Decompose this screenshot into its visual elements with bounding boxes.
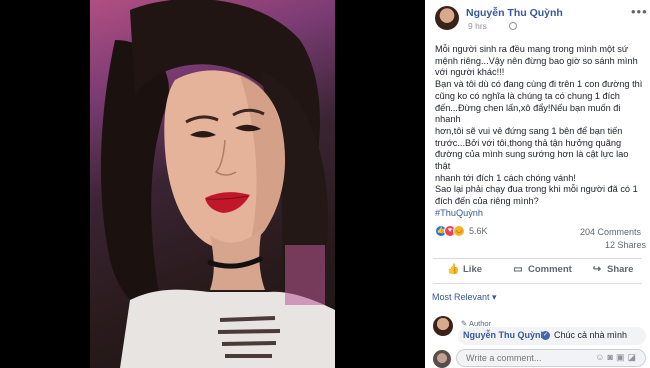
caption-line: với người khác!!! bbox=[435, 67, 505, 78]
photo-area[interactable] bbox=[0, 0, 425, 368]
hashtag-link[interactable]: #ThuQuỳnh bbox=[435, 208, 643, 220]
comment-tools: ☺◙▣◪ bbox=[595, 352, 639, 363]
caption-line: cũng ko có nghĩa là chúng ta có chung 1 … bbox=[435, 90, 620, 101]
write-comment-box[interactable]: ☺◙▣◪ bbox=[456, 349, 646, 367]
comment-label: Comment bbox=[528, 264, 572, 275]
sticker-icon[interactable]: ◪ bbox=[627, 352, 639, 362]
reactions-bar[interactable]: 👍 ♥ ◡ 5.6K 204 Comments bbox=[435, 225, 645, 239]
caption-line: mệnh riêng...Vậy nên đừng bao giờ so sán… bbox=[435, 55, 638, 66]
photo-viewer: Nguyễn Thu Quỳnh 9 hrs ••• Mỗi người sin… bbox=[0, 0, 650, 368]
chevron-down-icon: ▾ bbox=[492, 292, 497, 302]
shares-count[interactable]: 12 Shares bbox=[605, 240, 646, 250]
commenter-avatar[interactable] bbox=[433, 316, 453, 336]
gif-icon[interactable]: ▣ bbox=[616, 352, 628, 362]
globe-icon bbox=[509, 22, 517, 30]
commenter-name[interactable]: Nguyễn Thu Quỳnh bbox=[463, 330, 546, 340]
caption-line: trước...Bởi với tôi,thong thả tận hưởng … bbox=[435, 137, 622, 148]
thumbs-up-icon: 👍 bbox=[447, 264, 460, 275]
caption-line: nhanh tới đích 1 cách chóng vánh! bbox=[435, 172, 576, 183]
portrait-illustration bbox=[100, 0, 335, 368]
like-label: Like bbox=[463, 264, 483, 275]
comment-sort-dropdown[interactable]: Most Relevant ▾ bbox=[432, 292, 497, 303]
emoji-icon[interactable]: ☺ bbox=[595, 352, 607, 362]
caption-line: đường của mình sung sướng hơn là cật lực… bbox=[435, 149, 629, 172]
caption-line: Mỗi người sinh ra đều mang trong mình mộ… bbox=[435, 44, 628, 54]
post-photo[interactable] bbox=[90, 0, 335, 368]
sort-label: Most Relevant bbox=[432, 292, 490, 302]
action-bar: 👍 Like ▭ Comment ↪ Share bbox=[433, 258, 642, 284]
camera-icon[interactable]: ◙ bbox=[608, 352, 616, 362]
caption-line: Bạn và tôi dù có đang cùng đi trên 1 con… bbox=[435, 79, 643, 90]
comment-icon: ▭ bbox=[513, 264, 523, 275]
post-timestamp[interactable]: 9 hrs bbox=[468, 21, 487, 31]
comment-text: Chúc cả nhà mình bbox=[554, 330, 628, 340]
comment-button[interactable]: ▭ Comment bbox=[512, 264, 572, 275]
share-button[interactable]: ↪ Share bbox=[591, 264, 634, 275]
author-avatar[interactable] bbox=[435, 6, 459, 30]
share-label: Share bbox=[607, 264, 634, 275]
write-comment-input[interactable] bbox=[466, 352, 566, 364]
caption-line: đích đến của riêng mình? bbox=[435, 196, 539, 207]
author-name[interactable]: Nguyễn Thu Quỳnh bbox=[466, 7, 563, 19]
reaction-count[interactable]: 5.6K bbox=[469, 226, 488, 236]
post-panel: Nguyễn Thu Quỳnh 9 hrs ••• Mỗi người sin… bbox=[425, 0, 650, 368]
caption-line: Sao lại phải chạy đua trong khi mỗi ngườ… bbox=[435, 184, 638, 195]
like-button[interactable]: 👍 Like bbox=[447, 264, 482, 275]
post-header: Nguyễn Thu Quỳnh 9 hrs ••• bbox=[425, 0, 650, 36]
haha-reaction-icon: ◡ bbox=[453, 225, 465, 237]
share-icon: ↪ bbox=[592, 264, 602, 275]
viewer-avatar bbox=[433, 350, 451, 368]
verified-check-icon: ✓ bbox=[541, 331, 550, 340]
comments-count[interactable]: 204 Comments bbox=[580, 227, 641, 237]
post-caption: Mỗi người sinh ra đều mang trong mình mộ… bbox=[435, 44, 643, 220]
caption-line: hơn,tôi sẽ vui vẻ đứng sang 1 bên để bạn… bbox=[435, 125, 623, 136]
more-options-icon[interactable]: ••• bbox=[631, 4, 648, 19]
caption-line: đến...Đừng chen lấn,xô đẩy!Nếu bạn muốn … bbox=[435, 102, 621, 125]
